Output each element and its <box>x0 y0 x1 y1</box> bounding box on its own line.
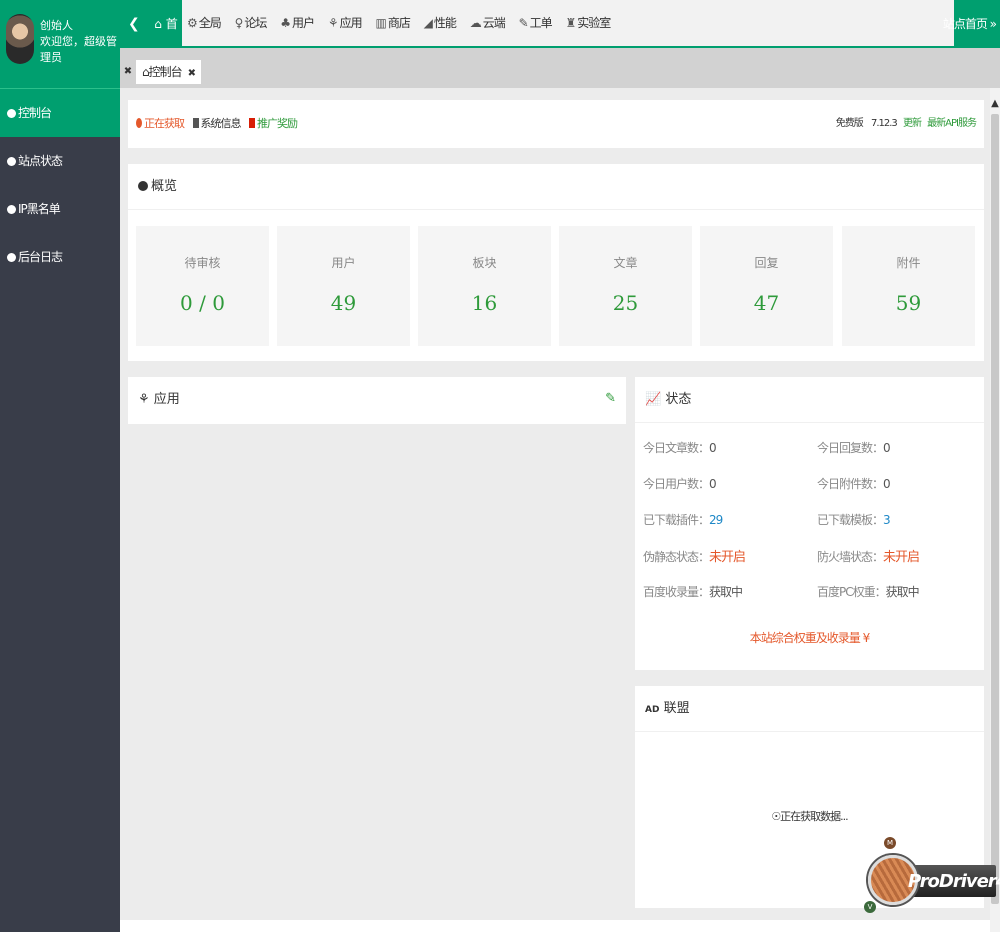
site-home-link[interactable]: 站点首页 » <box>943 0 997 48</box>
close-icon[interactable]: ✖ <box>188 68 196 79</box>
stat-replies[interactable]: 回复 47 <box>700 226 833 346</box>
dashboard-icon <box>7 109 16 118</box>
info-icon <box>138 181 148 191</box>
stat-pending[interactable]: 待审核 0 / 0 <box>136 226 269 346</box>
edition-label: 免费版 <box>835 118 864 129</box>
wrench-icon: ✎ <box>518 16 529 30</box>
close-all-tabs-icon[interactable]: ✖ <box>120 60 136 84</box>
stat-articles[interactable]: 文章 25 <box>559 226 692 346</box>
new-api-link[interactable]: 最新API服务 <box>927 118 977 129</box>
logo-badge-v: V <box>864 901 876 913</box>
status-row: 百度PC权重：获取中 <box>817 585 920 599</box>
top-menu: ⚙ 全局 ♀ 论坛 ♣ 用户 ⚘ 应用 ▥ 商店 ◢ 性能 ☁ 云端 ✎ 工单 ♜ 实验室 <box>182 0 954 46</box>
stat-boards[interactable]: 板块 16 <box>418 226 551 346</box>
apps-title: ⚘ 应用 <box>138 392 180 407</box>
scrollbar[interactable]: ▲ <box>990 88 1000 932</box>
status-row: 今日附件数：0 <box>817 477 891 491</box>
nav-forum[interactable]: ♀ 论坛 <box>230 0 272 46</box>
league-title: AD 联盟 <box>635 686 984 732</box>
status-row: 防火墙状态：未开启 <box>817 550 920 565</box>
firewall-status[interactable]: 未开启 <box>883 550 920 565</box>
user-role: 创始人 <box>40 19 73 32</box>
version-label: 7.12.3 <box>870 118 898 129</box>
notice-bar: 正在获取 系统信息 推广奖励 免费版 7.12.3 更新 最新API服务 <box>128 100 984 148</box>
nav-global[interactable]: ⚙ 全局 <box>182 0 226 46</box>
chart-icon: 📈 <box>645 392 662 407</box>
flag-icon <box>249 118 255 128</box>
system-info-link[interactable]: 系统信息 <box>192 117 242 130</box>
list-icon <box>192 118 199 128</box>
templates-link[interactable]: 3 <box>883 513 891 527</box>
status-icon <box>7 157 16 166</box>
tab-bar: ✖ ⌂控制台 ✖ <box>120 48 1000 88</box>
status-row: 已下载插件：29 <box>643 513 723 527</box>
status-row: 百度收录量：获取中 <box>643 585 743 599</box>
stat-attachments[interactable]: 附件 59 <box>842 226 975 346</box>
user-greeting: 欢迎您，超级管理员 <box>40 35 117 64</box>
rewrite-status[interactable]: 未开启 <box>709 550 746 565</box>
users-icon: ♣ <box>280 16 291 30</box>
nav-tickets[interactable]: ✎ 工单 <box>514 0 557 46</box>
cloud-icon: ☁ <box>469 16 482 30</box>
footer <box>120 920 990 932</box>
status-row: 今日文章数：0 <box>643 441 717 455</box>
main-content: 正在获取 系统信息 推广奖励 免费版 7.12.3 更新 最新API服务 概览 … <box>120 88 990 932</box>
status-row: 今日用户数：0 <box>643 477 717 491</box>
hot-link[interactable]: 正在获取 <box>136 117 185 130</box>
overview-title: 概览 <box>128 164 984 210</box>
apps-icon: ⚘ <box>138 392 150 407</box>
ad-icon: AD <box>645 705 660 715</box>
plugins-link[interactable]: 29 <box>709 513 723 527</box>
logo-badge-m: M <box>884 837 896 849</box>
store-icon: ▥ <box>375 16 386 30</box>
prodriver-logo: M V ProDriver4 <box>862 835 1000 917</box>
overview-card: 概览 待审核 0 / 0 用户 49 板块 16 文章 25 回复 47 附件 59 <box>128 164 984 361</box>
status-row: 今日回复数：0 <box>817 441 891 455</box>
loading-text: ☉正在获取数据... <box>771 810 848 823</box>
pencil-icon[interactable]: ✎ <box>605 391 616 406</box>
status-card: 📈 状态 今日文章数：0 今日回复数：0 今日用户数：0 今日附件数：0 已下载… <box>635 377 984 670</box>
log-icon <box>7 253 16 262</box>
stat-users[interactable]: 用户 49 <box>277 226 410 346</box>
tab-console[interactable]: ⌂控制台 ✖ <box>136 60 202 84</box>
nav-performance[interactable]: ◢ 性能 <box>419 0 461 46</box>
performance-icon: ◢ <box>423 16 433 30</box>
fire-icon <box>136 118 142 128</box>
nav-store[interactable]: ▥ 商店 <box>370 0 414 46</box>
nav-apps[interactable]: ⚘ 应用 <box>323 0 367 46</box>
chat-icon: ♀ <box>234 16 244 30</box>
logo-text: ProDriver4 <box>908 871 1000 892</box>
status-row: 伪静态状态：未开启 <box>643 550 746 565</box>
seo-weight-link[interactable]: 本站综合权重及收录量 ¥ <box>635 629 984 646</box>
block-icon <box>7 205 16 214</box>
sidebar-item-admin-log[interactable]: 后台日志 <box>0 233 120 281</box>
flask-icon: ♜ <box>565 16 576 30</box>
promo-link[interactable]: 推广奖励 <box>249 117 298 130</box>
scroll-up-icon[interactable]: ▲ <box>990 98 1000 109</box>
avatar[interactable] <box>6 14 34 64</box>
status-row: 已下载模板：3 <box>817 513 891 527</box>
scroll-thumb[interactable] <box>991 114 999 904</box>
sidebar-item-ip-blacklist[interactable]: IP黑名单 <box>0 185 120 233</box>
sidebar: 创始人 欢迎您，超级管理员 控制台 站点状态 IP黑名单 后台日志 <box>0 0 120 932</box>
nav-lab[interactable]: ♜ 实验室 <box>560 0 615 46</box>
nav-cloud[interactable]: ☁ 云端 <box>465 0 510 46</box>
apps-icon: ⚘ <box>327 16 339 30</box>
update-link[interactable]: 更新 <box>903 118 922 129</box>
top-navbar: ❮ ⌂ 首页 ⚙全局 ♀论坛 ♣用户 ⚘应用 ▥商店 ◢性能 ☁云端 ✎工单 ♜… <box>120 0 1000 79</box>
gear-icon: ⚙ <box>187 16 198 30</box>
user-panel: 创始人 欢迎您，超级管理员 <box>0 0 120 89</box>
status-title: 📈 状态 <box>635 377 984 423</box>
sidebar-item-console[interactable]: 控制台 <box>0 89 120 137</box>
apps-card: ⚘ 应用 ✎ <box>128 377 626 424</box>
sidebar-item-site-status[interactable]: 站点状态 <box>0 137 120 185</box>
nav-users[interactable]: ♣ 用户 <box>275 0 319 46</box>
collapse-sidebar-icon[interactable]: ❮ <box>128 0 140 48</box>
